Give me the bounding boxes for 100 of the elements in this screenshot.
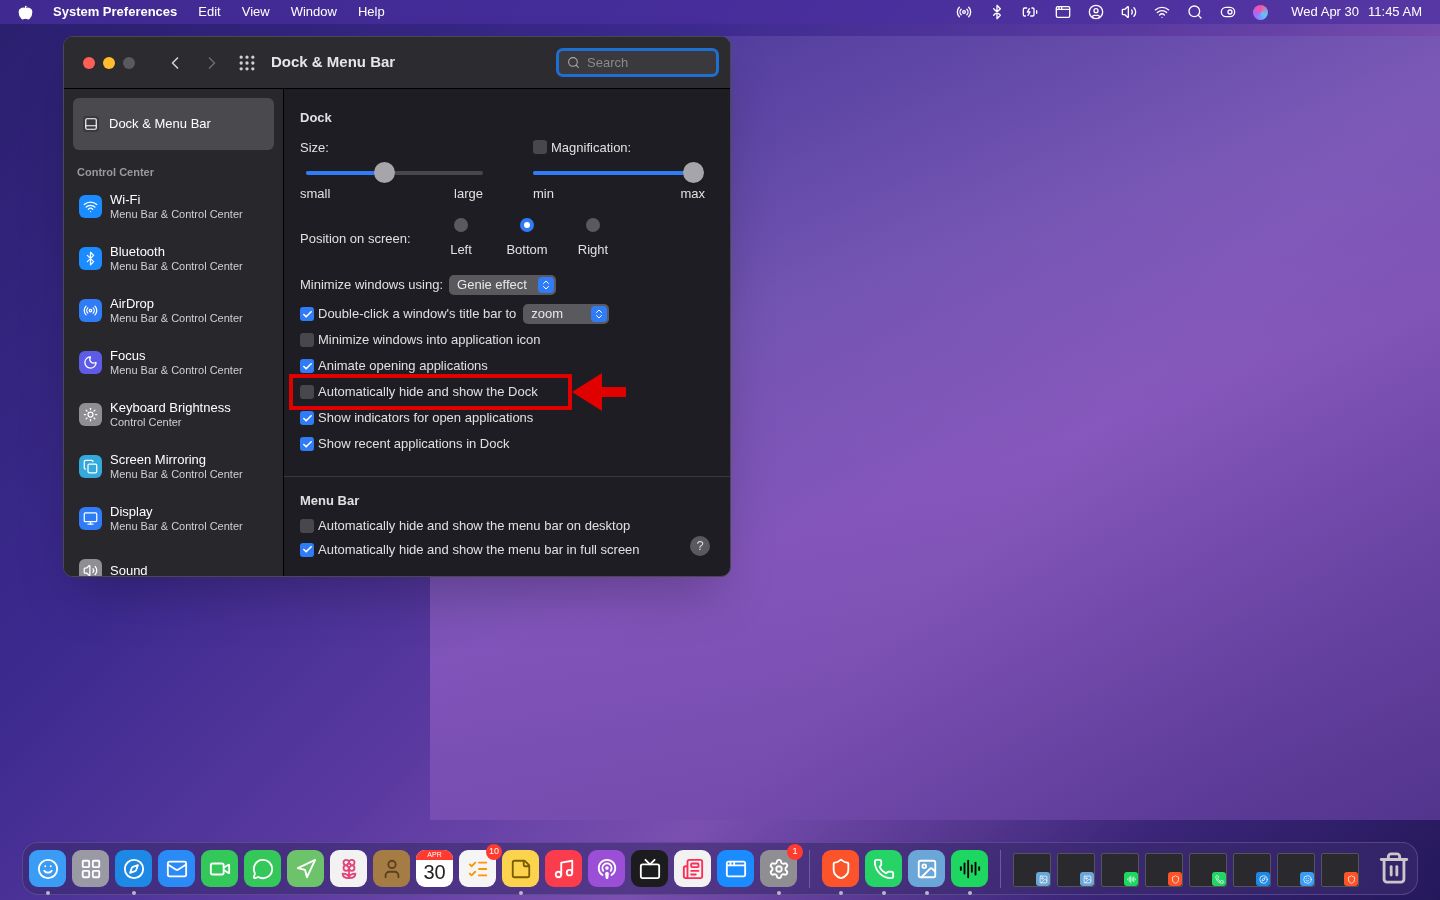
sidebar-item[interactable]: Wi-Fi Menu Bar & Control Center [73,180,274,233]
dock-app-button[interactable] [244,850,281,887]
siri-icon[interactable] [1253,4,1269,20]
checkbox-label: Automatically hide and show the menu bar on desktop [318,516,631,535]
volume-icon[interactable] [1121,4,1138,20]
checkbox-label: Show indicators for open applications [318,409,534,428]
search-icon[interactable] [1187,4,1204,20]
search-field[interactable]: Search [556,48,719,77]
checkbox-label: Minimize windows into application icon [318,331,541,350]
sidebar-item[interactable]: Dock & Menu Bar [73,98,274,150]
sidebar-item-title: Bluetooth [110,244,166,259]
help-button[interactable]: ? [690,536,710,556]
dock-app-button[interactable] [631,850,668,887]
menu-item[interactable]: Help [357,2,385,22]
toggle-icon[interactable] [1220,4,1237,20]
menu-item[interactable]: Window [290,2,337,22]
checkbox[interactable] [300,518,314,533]
dock-app-button[interactable] [588,850,625,887]
sidebar-item-subtitle: Menu Bar & Control Center [110,206,243,221]
close-button[interactable] [83,56,95,69]
dock-app-button[interactable] [115,850,152,887]
wifi-icon[interactable] [1154,4,1171,20]
photo-icon [1038,874,1048,884]
minimized-window-button[interactable] [1321,853,1359,887]
minimized-window-button[interactable] [1277,853,1315,887]
sidebar-item[interactable]: Keyboard Brightness Control Center [73,388,274,441]
radio-button[interactable] [586,217,600,232]
dock-app-button[interactable] [201,850,238,887]
newspaper-icon [681,857,704,880]
slider-thumb[interactable] [373,162,395,183]
dock-app-button[interactable] [822,850,859,887]
dock-app-button[interactable] [330,850,367,887]
slider-min-label: min [533,185,554,203]
checkmark-icon [301,308,313,320]
radio-button[interactable] [454,217,468,232]
dock-app-button[interactable] [287,850,324,887]
dock-app-button[interactable] [908,850,945,887]
sidebar-item[interactable]: Screen Mirroring Menu Bar & Control Center [73,440,274,493]
dock-app-button[interactable] [717,850,754,887]
monitor-icon [83,511,98,526]
menu-item[interactable]: Edit [198,2,221,22]
phone-bubble-icon [1214,874,1224,884]
menu-bar-time[interactable]: 11:45 AM [1368,2,1422,22]
slider-thumb[interactable] [683,162,704,183]
dock-app-button[interactable] [29,850,66,887]
checkbox[interactable] [300,307,314,321]
trash-can-icon[interactable] [1377,851,1411,885]
dock-app-button[interactable] [674,850,711,887]
dock-app-button[interactable] [760,850,797,887]
menu-item[interactable]: View [241,2,270,22]
sidebar-item-subtitle: Menu Bar & Control Center [110,311,243,325]
user-icon[interactable] [1088,4,1105,20]
window-icon[interactable] [1055,4,1072,20]
checkbox[interactable] [300,411,314,425]
minimized-window-button[interactable] [1145,853,1183,887]
minimize-label: Minimize windows using: [300,276,444,295]
checkbox[interactable] [300,437,314,451]
minimized-window-button[interactable] [1057,853,1095,887]
dock-app-button[interactable] [545,850,582,887]
dock-app-button[interactable] [865,850,902,887]
popup-button[interactable]: Genie effect [449,275,557,295]
popup-button[interactable]: zoom [523,304,610,324]
sidebar-item[interactable]: Sound [73,544,274,576]
sidebar-item-title: Screen Mirroring [110,452,208,467]
sidebar-item[interactable]: Bluetooth Menu Bar & Control Center [73,232,274,285]
dock-app-button[interactable] [158,850,195,887]
sidebar-item[interactable]: AirDrop Menu Bar & Control Center [73,284,274,337]
minimized-window-button[interactable] [1013,853,1051,887]
minimize-button[interactable] [103,56,115,69]
sidebar-section-header: Control Center [77,165,155,180]
minimized-window-button[interactable] [1101,853,1139,887]
checkbox[interactable] [300,359,314,373]
checkbox[interactable] [533,140,547,155]
app-menu[interactable]: System Preferences [53,2,178,22]
dock-app-button[interactable] [502,850,539,887]
checkbox[interactable] [300,542,314,557]
dock-app-button[interactable] [72,850,109,887]
apple-logo-icon[interactable] [18,4,33,20]
search-icon [567,56,580,69]
sidebar-item[interactable]: Focus Menu Bar & Control Center [73,336,274,389]
radio-button[interactable] [520,217,534,232]
battery-icon[interactable] [1022,4,1039,20]
face-icon [36,857,59,880]
compass-icon [1258,874,1268,884]
magnification-label: Magnification: [551,138,632,157]
face-icon [1302,874,1312,884]
sidebar-item[interactable]: Display Menu Bar & Control Center [73,492,274,545]
grid-icon [79,857,102,880]
checkbox-label: Animate opening applications [318,357,488,376]
photo-icon [1082,874,1092,884]
checkbox[interactable] [300,333,314,347]
minimized-window-button[interactable] [1233,853,1271,887]
checkmark-icon [301,544,313,555]
menu-bar-date[interactable]: Wed Apr 30 [1291,2,1360,22]
dock-app-button[interactable] [951,850,988,887]
slider-max-label: large [454,185,483,203]
speech-bubble-icon [251,857,274,880]
airdrop-icon[interactable] [956,4,973,20]
minimized-window-button[interactable] [1189,853,1227,887]
checkbox[interactable] [300,385,314,399]
